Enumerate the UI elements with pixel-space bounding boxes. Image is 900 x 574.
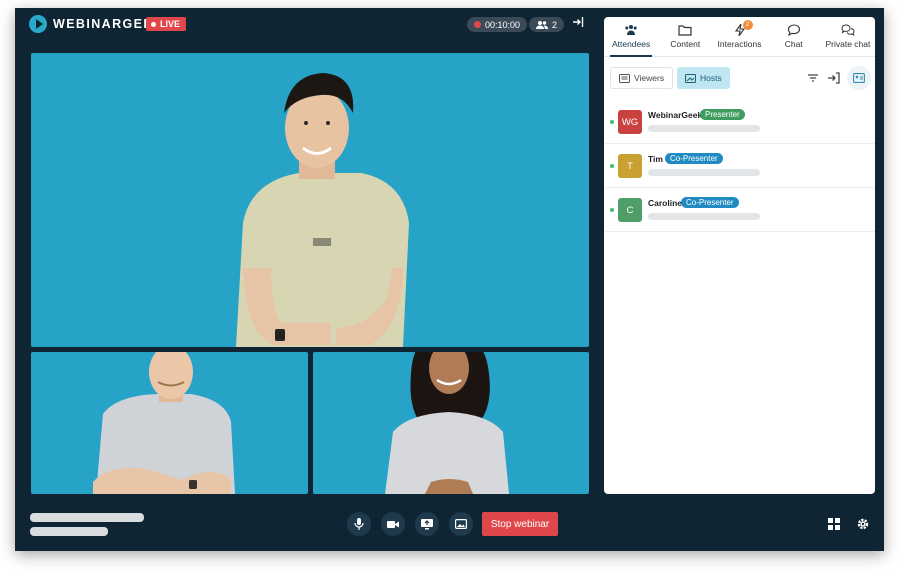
live-badge: LIVE (146, 17, 187, 31)
microphone-icon (354, 518, 364, 530)
record-icon (474, 21, 481, 28)
layout-grid-icon[interactable] (827, 517, 841, 531)
tab-label: Interactions (717, 39, 762, 49)
host-name: WebinarGeek (648, 110, 703, 120)
tab-private-chat[interactable]: Private chat (821, 17, 875, 56)
tab-content[interactable]: Content (658, 17, 712, 56)
role-badge: Co-Presenter (681, 197, 739, 208)
webinar-studio: WEBINARGEEK LIVE 00:10:00 2 Stop webinar… (15, 8, 884, 551)
cohost-1-video (93, 352, 235, 494)
card-view-button[interactable] (847, 66, 871, 90)
avatar: T (618, 154, 642, 178)
tab-attendees[interactable]: Attendees (604, 17, 658, 57)
camera-button[interactable] (381, 512, 405, 536)
live-label: LIVE (160, 19, 181, 29)
online-indicator (610, 120, 614, 124)
host-row[interactable]: C Caroline Co-Presenter (604, 188, 875, 232)
tab-chat[interactable]: Chat (767, 17, 821, 56)
broadcast-timer: 00:10:00 (467, 17, 528, 32)
hosts-icon (685, 73, 696, 83)
gear-icon[interactable] (856, 517, 870, 531)
host-row[interactable]: WG WebinarGeek Presenter (604, 100, 875, 144)
tab-interactions[interactable]: 2 Interactions (712, 17, 766, 56)
exit-icon[interactable] (570, 16, 586, 32)
tab-label: Attendees (611, 39, 651, 49)
online-indicator (610, 208, 614, 212)
host-name: Caroline (648, 198, 683, 208)
side-panel: Attendees Content 2 Interactions Chat Pr… (604, 17, 875, 494)
participants-button[interactable]: 2 (529, 17, 565, 32)
host-row[interactable]: T Tim Co-Presenter (604, 144, 875, 188)
timer-value: 00:10:00 (485, 19, 521, 30)
cohost-2-video (385, 352, 509, 494)
screenshare-icon (421, 518, 433, 529)
host-name: Tim (648, 154, 663, 164)
hosts-label: Hosts (700, 73, 722, 83)
viewers-filter-button[interactable]: Viewers (610, 67, 674, 89)
image-icon (455, 519, 467, 529)
hosts-filter-button[interactable]: Hosts (677, 67, 730, 89)
live-dot-icon (151, 21, 156, 27)
panel-tabs: Attendees Content 2 Interactions Chat Pr… (604, 17, 875, 57)
role-badge: Co-Presenter (665, 153, 723, 164)
video-tile-cohost-2[interactable] (313, 352, 589, 494)
users-icon (536, 20, 548, 29)
private-chat-icon (841, 24, 855, 36)
avatar: C (618, 198, 642, 222)
tab-label: Chat (784, 39, 803, 49)
presenter-name-placeholder (30, 513, 144, 522)
participant-count: 2 (552, 19, 558, 30)
presenter-video (236, 73, 409, 347)
viewers-label: Viewers (634, 73, 665, 83)
users-icon (625, 25, 637, 35)
online-indicator (610, 164, 614, 168)
tab-label: Content (670, 39, 701, 49)
email-placeholder (648, 213, 760, 220)
chat-bubble-icon (787, 24, 800, 36)
folder-icon (678, 25, 692, 36)
tab-label: Private chat (825, 39, 871, 49)
background-image-button[interactable] (449, 512, 473, 536)
viewers-icon (619, 73, 630, 83)
interactions-count-badge: 2 (742, 20, 753, 30)
brand-logo: WEBINARGEEK (29, 15, 164, 33)
microphone-button[interactable] (347, 512, 371, 536)
stop-webinar-button[interactable]: Stop webinar (482, 512, 558, 536)
avatar: WG (618, 110, 642, 134)
play-logo-icon (29, 15, 47, 33)
video-tile-cohost-1[interactable] (31, 352, 308, 494)
screenshare-button[interactable] (415, 512, 439, 536)
sign-in-icon[interactable] (827, 71, 841, 85)
webinar-title-placeholder (30, 527, 108, 536)
camera-icon (387, 520, 399, 528)
id-card-icon (853, 73, 865, 83)
email-placeholder (648, 169, 760, 176)
email-placeholder (648, 125, 760, 132)
video-tile-presenter[interactable] (31, 53, 589, 347)
filter-icon[interactable] (806, 71, 820, 85)
role-badge: Presenter (700, 109, 745, 120)
